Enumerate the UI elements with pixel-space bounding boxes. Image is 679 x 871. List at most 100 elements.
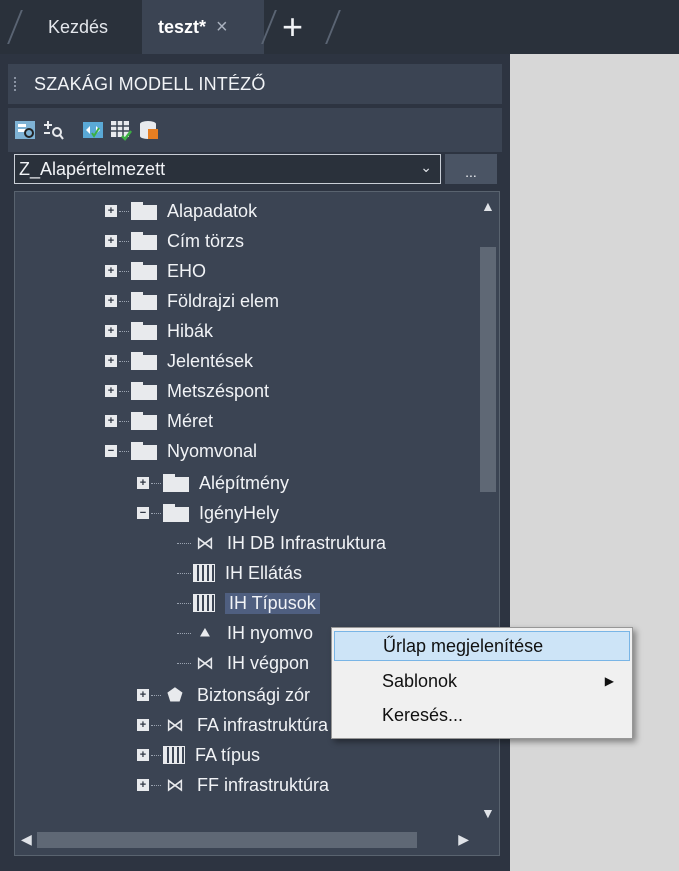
- expand-icon[interactable]: +: [105, 385, 117, 397]
- model-explorer-palette: SZAKÁGI MODELL INTÉZŐ Z_Alapértelmezett …: [0, 54, 510, 871]
- folder-icon: [131, 412, 157, 430]
- menu-item-templates[interactable]: Sablonok ▶: [334, 666, 630, 696]
- tree-item-label: Jelentések: [167, 350, 254, 371]
- model-tree: + Alapadatok + Cím törzs + EHO + Földrajzi e…: [14, 191, 500, 856]
- node-icon: ⋈: [166, 715, 184, 735]
- profile-select[interactable]: Z_Alapértelmezett ⌄: [14, 154, 441, 184]
- tree-item-label: Alapadatok: [167, 200, 258, 221]
- pentagon-icon: ⬟: [167, 685, 183, 705]
- table-icon: [163, 746, 185, 764]
- scroll-thumb[interactable]: [37, 832, 417, 848]
- tree-item[interactable]: + Jelentések: [105, 346, 253, 376]
- profile-select-value: Z_Alapértelmezett: [19, 158, 166, 179]
- tree-item-label: FA típus: [195, 744, 261, 765]
- palette-header[interactable]: SZAKÁGI MODELL INTÉZŐ: [8, 64, 502, 104]
- scroll-down-icon[interactable]: ▼: [481, 805, 495, 821]
- model-explorer-icon[interactable]: [14, 119, 36, 141]
- tree-item[interactable]: + Méret: [105, 406, 213, 436]
- tree-item-label: FA infrastruktúra: [197, 714, 329, 735]
- expand-icon[interactable]: +: [105, 355, 117, 367]
- expand-icon[interactable]: +: [137, 749, 149, 761]
- palette-title: SZAKÁGI MODELL INTÉZŐ: [34, 73, 266, 94]
- tree-item[interactable]: ⋈ IH DB Infrastruktura: [177, 528, 386, 558]
- tree-item[interactable]: + Alépítmény: [137, 468, 289, 498]
- expand-icon[interactable]: +: [137, 689, 149, 701]
- close-icon[interactable]: ×: [216, 16, 228, 39]
- tree-item-label: Földrajzi elem: [167, 290, 280, 311]
- expand-icon[interactable]: +: [137, 779, 149, 791]
- context-menu: Űrlap megjelenítése Sablonok ▶ Keresés...: [331, 627, 633, 739]
- tree-item-label: Nyomvonal: [167, 440, 258, 461]
- expand-icon[interactable]: +: [105, 235, 117, 247]
- expand-icon[interactable]: +: [137, 477, 149, 489]
- grid-check-icon[interactable]: [110, 119, 132, 141]
- tab-label: teszt*: [158, 16, 207, 37]
- folder-icon: [163, 504, 189, 522]
- tree-item[interactable]: − Nyomvonal: [105, 436, 257, 466]
- tree-item-label: Alépítmény: [199, 472, 290, 493]
- scroll-up-icon[interactable]: ▲: [481, 198, 495, 214]
- table-icon: [193, 564, 215, 582]
- palette-toolbar: [8, 108, 502, 152]
- tree-item-label: EHO: [167, 260, 207, 281]
- folder-icon: [131, 262, 157, 280]
- tree-item[interactable]: + ⋈ FA infrastruktúra: [137, 710, 328, 740]
- expand-icon[interactable]: +: [105, 265, 117, 277]
- tree-item[interactable]: IH Ellátás: [177, 558, 302, 588]
- scroll-right-icon[interactable]: ▶: [458, 831, 469, 848]
- table-icon: [193, 594, 215, 612]
- collapse-icon[interactable]: −: [137, 507, 149, 519]
- folder-icon: [131, 442, 157, 460]
- folder-icon: [131, 352, 157, 370]
- more-options-button[interactable]: ...: [445, 154, 497, 184]
- folder-icon: [131, 232, 157, 250]
- connect-icon[interactable]: [82, 119, 104, 141]
- collapse-icon[interactable]: −: [105, 445, 117, 457]
- database-icon[interactable]: [138, 119, 160, 141]
- tab-separator: [325, 10, 341, 44]
- tree-item[interactable]: + Metszéspont: [105, 376, 269, 406]
- folder-icon: [163, 474, 189, 492]
- tab-label: Kezdés: [48, 16, 109, 37]
- tree-item[interactable]: + Cím törzs: [105, 226, 244, 256]
- tree-item[interactable]: + Alapadatok: [105, 196, 257, 226]
- tree-item[interactable]: + FA típus: [137, 740, 260, 770]
- menu-item-label: Sablonok: [382, 670, 458, 691]
- tree-item[interactable]: ⯅ IH nyomvo: [177, 618, 313, 648]
- add-tab-button[interactable]: +: [282, 4, 303, 50]
- expand-icon[interactable]: +: [105, 295, 117, 307]
- folder-icon: [131, 292, 157, 310]
- drawing-canvas[interactable]: [510, 54, 679, 871]
- expand-icon[interactable]: +: [105, 325, 117, 337]
- scroll-thumb[interactable]: [480, 247, 496, 492]
- tree-item-label: IgényHely: [199, 502, 280, 523]
- folder-icon: [131, 202, 157, 220]
- tree-item-label: Hibák: [167, 320, 214, 341]
- tree-item[interactable]: − IgényHely: [137, 498, 279, 528]
- tree-item-label: Biztonsági zór: [197, 684, 311, 705]
- expand-icon[interactable]: +: [137, 719, 149, 731]
- tree-item[interactable]: + ⬟ Biztonsági zór: [137, 680, 310, 710]
- chevron-down-icon[interactable]: ⌄: [420, 159, 432, 176]
- grip-icon[interactable]: [14, 77, 26, 91]
- tree-item-label: IH Ellátás: [225, 562, 303, 583]
- tree-item[interactable]: + ⋈ FF infrastruktúra: [137, 770, 329, 800]
- tree-item-label: IH DB Infrastruktura: [227, 532, 387, 553]
- tab-teszt[interactable]: teszt* ×: [142, 0, 264, 54]
- node-icon: ⋈: [196, 653, 214, 673]
- arrow-line-icon: ⯅: [197, 623, 213, 643]
- expand-icon[interactable]: +: [105, 205, 117, 217]
- scroll-left-icon[interactable]: ◀: [21, 831, 32, 848]
- folder-icon: [131, 322, 157, 340]
- menu-item-show-form[interactable]: Űrlap megjelenítése: [334, 631, 630, 661]
- horizontal-scrollbar[interactable]: ◀ ▶: [15, 825, 477, 855]
- tree-item[interactable]: + Földrajzi elem: [105, 286, 279, 316]
- tab-kezdes[interactable]: Kezdés: [18, 0, 142, 54]
- search-nodes-icon[interactable]: [42, 119, 64, 141]
- tree-item[interactable]: ⋈ IH végpon: [177, 648, 309, 678]
- tree-item[interactable]: + Hibák: [105, 316, 213, 346]
- menu-item-search[interactable]: Keresés...: [334, 700, 630, 730]
- tree-item-selected[interactable]: IH Típusok: [177, 588, 320, 618]
- expand-icon[interactable]: +: [105, 415, 117, 427]
- tree-item[interactable]: + EHO: [105, 256, 206, 286]
